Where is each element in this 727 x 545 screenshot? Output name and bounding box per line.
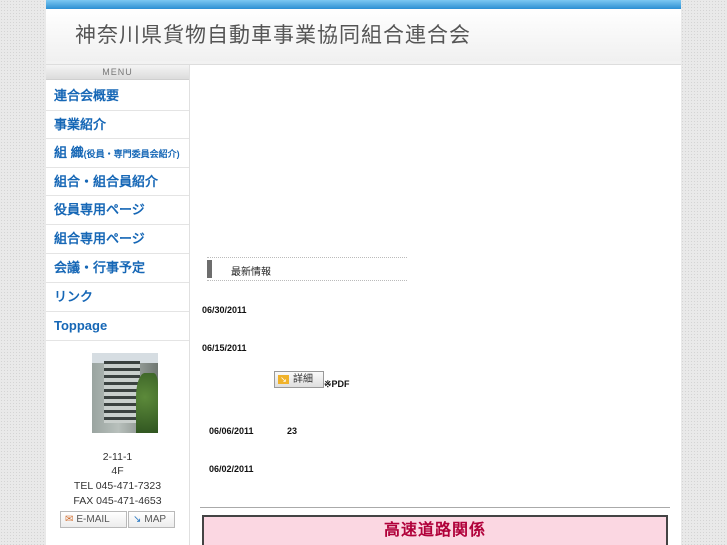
sidebar-item-label: 事業紹介 — [54, 117, 107, 132]
detail-button-label: 詳細 — [293, 374, 313, 385]
email-button[interactable]: ✉ E-MAIL — [60, 511, 127, 528]
page: 神奈川県貨物自動車事業協同組合連合会 MENU 連合会概要 事業紹介 組 織(役… — [46, 0, 681, 545]
sidebar-item-label: リンク — [54, 289, 94, 304]
heading-bar — [207, 260, 212, 278]
news-heading: 最新情報 — [207, 257, 407, 281]
sidebar-item-label: 会議・行事予定 — [54, 260, 146, 275]
top-accent-bar — [46, 0, 681, 9]
sidebar-item-label: 組合専用ページ — [54, 231, 145, 246]
sidebar-item-overview[interactable]: 連合会概要 — [46, 80, 189, 111]
sidebar-item-schedule[interactable]: 会議・行事予定 — [46, 254, 189, 283]
sidebar-item-label: 組 織 — [54, 145, 84, 160]
sidebar-item-toppage[interactable]: Toppage — [46, 312, 189, 341]
sidebar-item-links[interactable]: リンク — [46, 283, 189, 312]
expressway-banner[interactable]: 高速道路関係 — [202, 515, 668, 545]
divider — [200, 507, 670, 508]
sidebar-item-label: 組合・組合員紹介 — [54, 174, 159, 189]
arrow-icon: ↘ — [278, 374, 289, 384]
news-date: 06/06/2011 — [209, 426, 254, 436]
sidebar-item-organization[interactable]: 組 織(役員・専門委員会紹介) — [46, 139, 189, 168]
tel-number: TEL 045-471-7323 — [73, 480, 162, 492]
sidebar-item-members[interactable]: 組合・組合員紹介 — [46, 168, 189, 196]
sidebar-item-business[interactable]: 事業紹介 — [46, 111, 189, 139]
pdf-link[interactable]: ※PDF — [324, 379, 350, 390]
detail-button[interactable]: ↘ 詳細 — [274, 371, 324, 388]
news-heading-text: 最新情報 — [231, 267, 271, 278]
sidebar-item-sublabel: (役員・専門委員会紹介) — [83, 149, 180, 159]
news-date: 06/15/2011 — [202, 343, 247, 353]
sidebar-item-union-page[interactable]: 組合専用ページ — [46, 225, 189, 254]
site-title: 神奈川県貨物自動車事業協同組合連合会 — [75, 23, 471, 47]
fax-number: FAX 045-471-4653 — [73, 495, 162, 507]
sidebar-item-officers-page[interactable]: 役員専用ページ — [46, 196, 189, 225]
sidebar-item-label: 役員専用ページ — [54, 202, 145, 217]
map-button[interactable]: ↘ MAP — [128, 511, 175, 528]
sidebar: MENU 連合会概要 事業紹介 組 織(役員・専門委員会紹介) 組合・組合員紹介… — [46, 65, 190, 545]
map-button-label: MAP — [144, 514, 167, 525]
sidebar-item-label: Toppage — [54, 318, 108, 333]
address-line-1: 2-11-1 — [102, 451, 133, 463]
main-content: 最新情報 06/30/2011 06/15/2011 ↘ 詳細 ※PDF 06/0… — [190, 65, 681, 545]
news-date: 06/30/2011 — [202, 305, 247, 315]
arrow-down-right-icon: ↘ — [133, 514, 142, 525]
address-line-2: 4F — [111, 465, 124, 477]
menu-header: MENU — [46, 65, 189, 80]
sidebar-item-label: 連合会概要 — [54, 88, 120, 103]
envelope-icon: ✉ — [65, 514, 74, 525]
site-header: 神奈川県貨物自動車事業協同組合連合会 — [46, 9, 681, 62]
building-photo — [92, 353, 158, 433]
news-note: 23 — [287, 426, 298, 436]
email-button-label: E-MAIL — [76, 514, 110, 525]
news-date: 06/02/2011 — [209, 464, 254, 474]
